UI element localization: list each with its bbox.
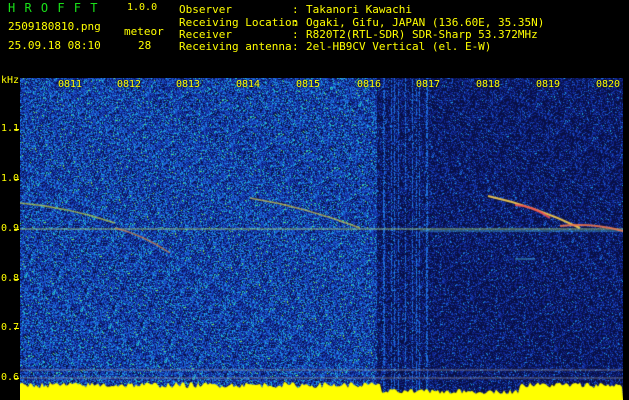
- frequency-tick-mark: [14, 378, 19, 379]
- frequency-tick-mark: [14, 229, 19, 230]
- time-tick-label: 0812: [117, 79, 142, 90]
- time-tick-label: 0817: [416, 79, 441, 90]
- meteor-count-label: meteor: [124, 25, 164, 38]
- meteor-count-value: 28: [138, 39, 152, 52]
- image-filename: 2509180810.png: [8, 20, 101, 33]
- frequency-tick-mark: [14, 328, 19, 329]
- time-tick-label: 0813: [176, 79, 201, 90]
- observer-separator: :: [292, 3, 299, 16]
- time-tick-label: 0820: [596, 79, 621, 90]
- app-version: 1.0.0: [127, 2, 158, 13]
- app-brand: H R O F F T: [8, 1, 99, 15]
- antenna-label: Receiving antenna: [179, 40, 292, 53]
- antenna-value: 2el-HB9CV Vertical (el. E-W): [306, 40, 492, 53]
- frequency-tick-mark: [14, 179, 19, 180]
- observer-value: Takanori Kawachi: [306, 3, 412, 16]
- time-tick-label: 0811: [58, 79, 83, 90]
- antenna-separator: :: [292, 40, 299, 53]
- time-tick-label: 0815: [296, 79, 321, 90]
- time-tick-label: 0819: [536, 79, 561, 90]
- frequency-tick-mark: [14, 279, 19, 280]
- spectrogram-canvas: [20, 78, 623, 400]
- capture-datetime: 25.09.18 08:10: [8, 39, 101, 52]
- observer-label: Observer: [179, 3, 232, 16]
- frequency-tick-mark: [14, 129, 19, 130]
- time-tick-label: 0814: [236, 79, 261, 90]
- spectrogram-panel: [20, 78, 623, 400]
- time-tick-label: 0818: [476, 79, 501, 90]
- time-tick-label: 0816: [357, 79, 382, 90]
- frequency-unit-label: kHz: [1, 75, 20, 86]
